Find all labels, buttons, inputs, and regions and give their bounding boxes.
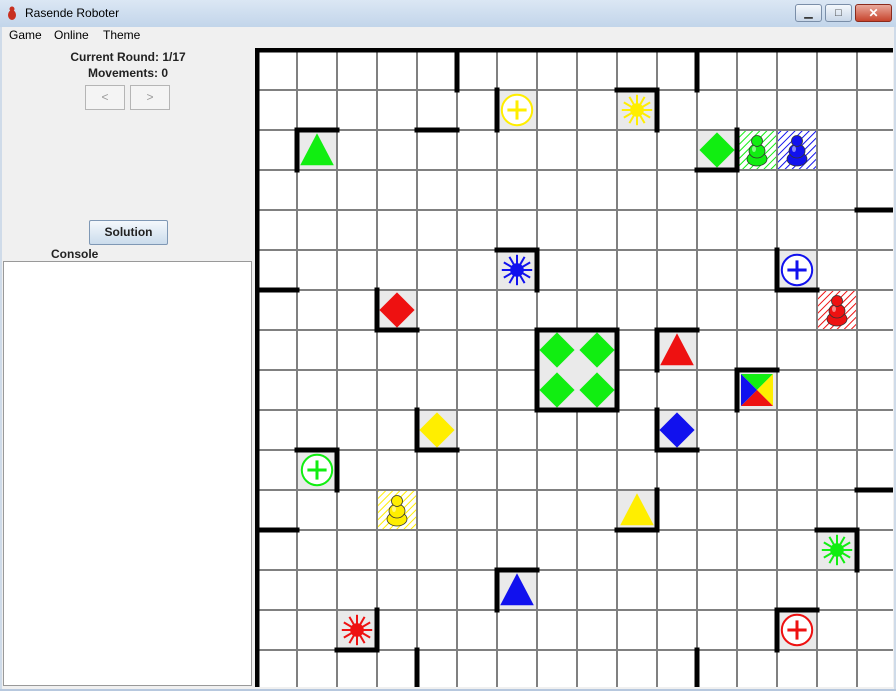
green-robot-icon bbox=[738, 131, 776, 169]
minimize-icon: ▁ bbox=[804, 7, 813, 19]
yellow-cross-target-icon bbox=[498, 91, 536, 129]
blue-triangle-target-icon bbox=[498, 571, 536, 609]
green-sun-target-icon bbox=[818, 531, 856, 569]
blue-sun-target-icon bbox=[498, 251, 536, 289]
menu-theme[interactable]: Theme bbox=[103, 28, 140, 42]
yellow-diamond-target-icon bbox=[418, 411, 456, 449]
movements-label: Movements: 0 bbox=[87, 66, 169, 80]
yellow-sun-target-icon bbox=[618, 91, 656, 129]
close-icon: ✕ bbox=[868, 6, 879, 20]
robot-app-icon bbox=[8, 6, 16, 20]
window-title: Rasende Roboter bbox=[25, 6, 120, 20]
menu-online[interactable]: Online bbox=[54, 28, 89, 42]
maximize-button[interactable]: □ bbox=[825, 4, 852, 22]
red-cross-target-icon bbox=[778, 611, 816, 649]
blue-cross-target-icon bbox=[778, 251, 816, 289]
console-label: Console bbox=[51, 247, 99, 261]
green-triangle-target-icon bbox=[298, 131, 336, 169]
minimize-button[interactable]: ▁ bbox=[795, 4, 822, 22]
next-button[interactable]: > bbox=[130, 85, 170, 110]
game-board[interactable] bbox=[255, 48, 893, 687]
green-cross-target-icon bbox=[298, 451, 336, 489]
red-triangle-target-icon bbox=[658, 331, 696, 369]
blue-diamond-target-icon bbox=[658, 411, 696, 449]
red-sun-target-icon bbox=[338, 611, 376, 649]
yellow-robot-icon bbox=[378, 491, 416, 529]
blue-robot-icon bbox=[778, 131, 816, 169]
vortex-target-icon bbox=[738, 371, 776, 409]
red-robot-icon bbox=[818, 291, 856, 329]
yellow-triangle-target-icon bbox=[618, 491, 656, 529]
title-bar: Rasende Roboter ▁ □ ✕ bbox=[0, 0, 896, 27]
menu-game[interactable]: Game bbox=[9, 28, 42, 42]
red-diamond-target-icon bbox=[378, 291, 416, 329]
green-diamond-target-icon bbox=[698, 131, 736, 169]
current-round-label: Current Round: 1/17 bbox=[70, 50, 186, 64]
close-button[interactable]: ✕ bbox=[855, 4, 892, 22]
main-content: Current Round: 1/17 Movements: 0 < > Sol… bbox=[2, 46, 894, 689]
console-output[interactable] bbox=[3, 261, 252, 686]
previous-button[interactable]: < bbox=[85, 85, 125, 110]
maximize-icon: □ bbox=[835, 7, 842, 19]
menu-bar: Game Online Theme bbox=[2, 27, 894, 46]
solution-button[interactable]: Solution bbox=[89, 220, 168, 245]
